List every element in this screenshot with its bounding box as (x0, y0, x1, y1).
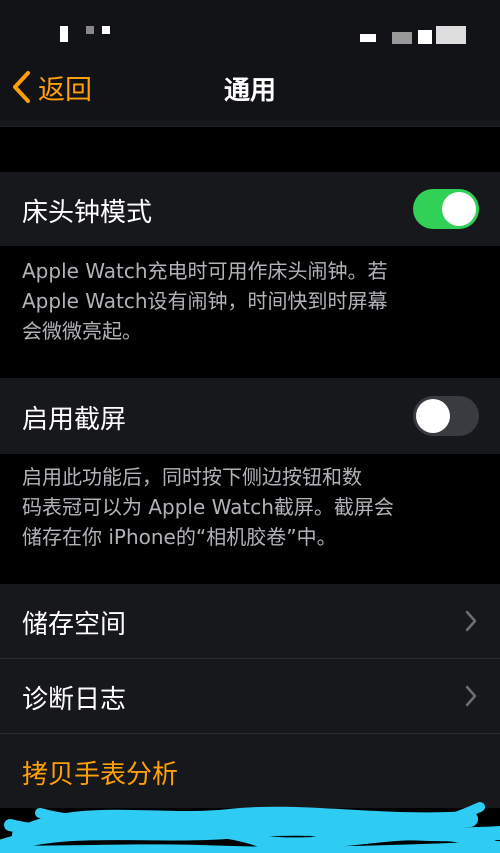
chevron-right-icon (464, 609, 478, 637)
footer-line: 会微微亮起。 (22, 319, 142, 343)
footer-line: 码表冠可以为 Apple Watch截屏。截屏会 (22, 495, 394, 519)
divider (0, 126, 500, 127)
nightstand-mode-row: 床头钟模式 (0, 172, 500, 246)
footer-line: Apple Watch设有闹钟，时间快到时屏幕 (22, 289, 388, 313)
enable-screenshot-label: 启用截屏 (22, 405, 127, 435)
enable-screenshot-toggle[interactable] (413, 396, 479, 436)
status-bar-right-obscured (360, 26, 470, 44)
status-bar (0, 0, 500, 58)
footer-line: Apple Watch充电时可用作床头闹钟。若 (22, 259, 388, 283)
page-title: 通用 (223, 76, 276, 106)
toggle-knob (442, 192, 476, 226)
general-settings-screen: 返回 通用 床头钟模式 Apple Watch充电时可用作床头闹钟。若 Appl… (0, 0, 500, 853)
toggle-knob (416, 399, 450, 433)
nightstand-mode-footer: Apple Watch充电时可用作床头闹钟。若 Apple Watch设有闹钟，… (22, 256, 480, 346)
nightstand-mode-toggle[interactable] (413, 189, 479, 229)
storage-label: 储存空间 (22, 610, 127, 640)
enable-screenshot-row: 启用截屏 (0, 378, 500, 454)
navigation-bar: 返回 通用 (0, 58, 500, 120)
redaction-scribble (0, 802, 500, 853)
diagnostic-logs-label: 诊断日志 (22, 685, 127, 715)
enable-screenshot-footer: 启用此功能后，同时按下侧边按钮和数 码表冠可以为 Apple Watch截屏。截… (22, 462, 480, 552)
copy-watch-analytics-label: 拷贝手表分析 (22, 760, 179, 790)
footer-line: 储存在你 iPhone的“相机胶卷”中。 (22, 525, 337, 549)
nightstand-mode-label: 床头钟模式 (22, 198, 153, 228)
storage-row[interactable]: 储存空间 (0, 584, 500, 658)
chevron-right-icon (464, 684, 478, 712)
footer-line: 启用此功能后，同时按下侧边按钮和数 (22, 465, 362, 489)
diagnostic-logs-row[interactable]: 诊断日志 (0, 659, 500, 733)
